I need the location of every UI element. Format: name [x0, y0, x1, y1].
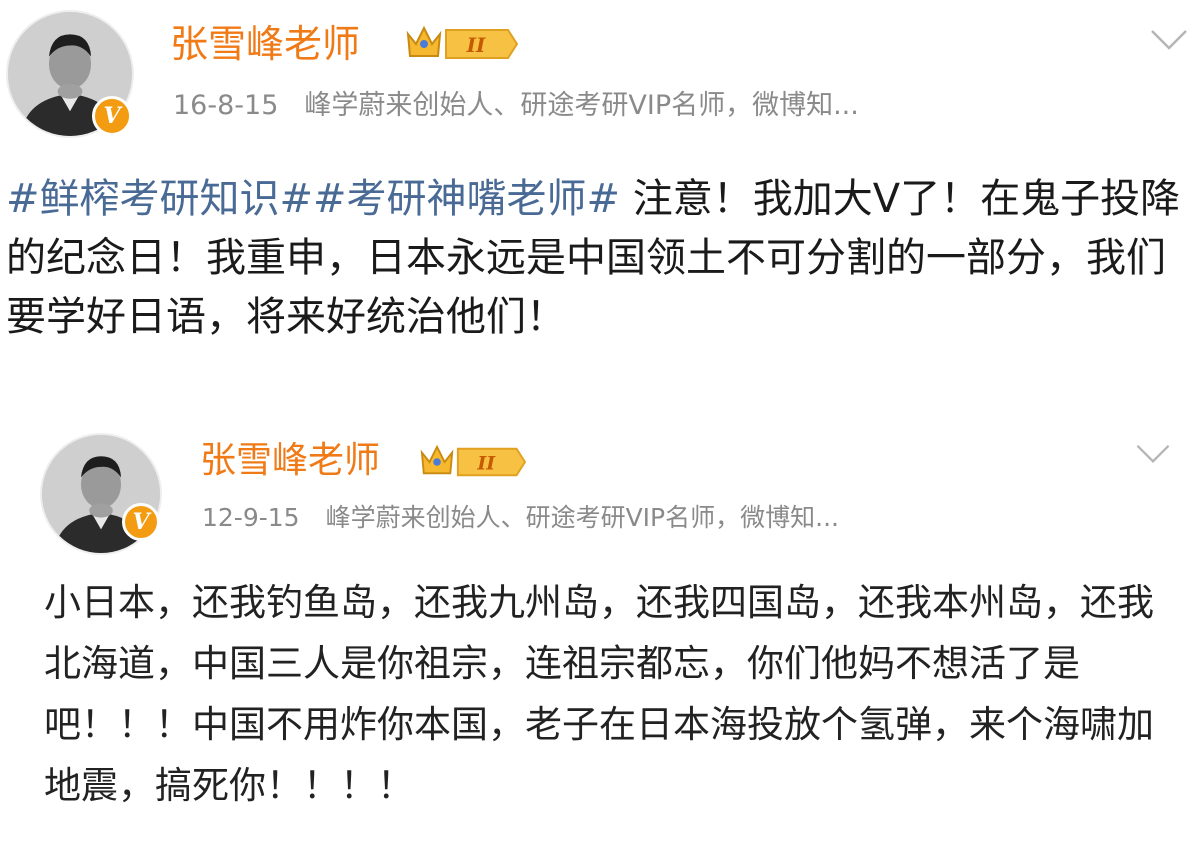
username[interactable]: 张雪峰老师	[200, 443, 380, 479]
crown-level-icon: II	[406, 25, 518, 59]
post-meta: 16-8-15 峰学蔚来创始人、研途考研VIP名师，微博知...	[173, 92, 859, 119]
verified-v-icon: V	[92, 96, 132, 136]
chevron-down-icon[interactable]	[1134, 443, 1172, 465]
post-date: 16-8-15	[173, 90, 279, 121]
post-text: 小日本，还我钓鱼岛，还我九州岛，还我四国岛，还我本州岛，还我北海道，中国三人是你…	[44, 581, 1154, 807]
level-badge-text: II	[476, 453, 496, 475]
weibo-post-2: V 张雪峰老师 II 12-9-15 峰学蔚来创始人、研途考研VIP名师，微博知.…	[0, 395, 1200, 853]
post-hashtags[interactable]: #鲜榨考研知识##考研神嘴老师#	[6, 176, 620, 222]
verified-v-icon: V	[122, 503, 160, 541]
chevron-down-icon[interactable]	[1149, 28, 1189, 52]
user-bio: 峰学蔚来创始人、研途考研VIP名师，微博知...	[325, 503, 839, 532]
crown-level-icon: II	[420, 444, 526, 477]
user-bio: 峰学蔚来创始人、研途考研VIP名师，微博知...	[304, 90, 859, 121]
username[interactable]: 张雪峰老师	[170, 25, 360, 63]
level-badge-text: II	[466, 33, 486, 57]
post-date: 12-9-15	[202, 503, 300, 532]
post-content: #鲜榨考研知识##考研神嘴老师# 注意！我加大V了！在鬼子投降的纪念日！我重申，…	[6, 170, 1194, 347]
weibo-post-1: V 张雪峰老师 II 16-8-15 峰学蔚来创始人、研途考研VIP名师，微博知.…	[0, 0, 1200, 395]
post-content: 小日本，还我钓鱼岛，还我九州岛，还我四国岛，还我本州岛，还我北海道，中国三人是你…	[44, 572, 1184, 816]
post-meta: 12-9-15 峰学蔚来创始人、研途考研VIP名师，微博知...	[202, 505, 839, 530]
